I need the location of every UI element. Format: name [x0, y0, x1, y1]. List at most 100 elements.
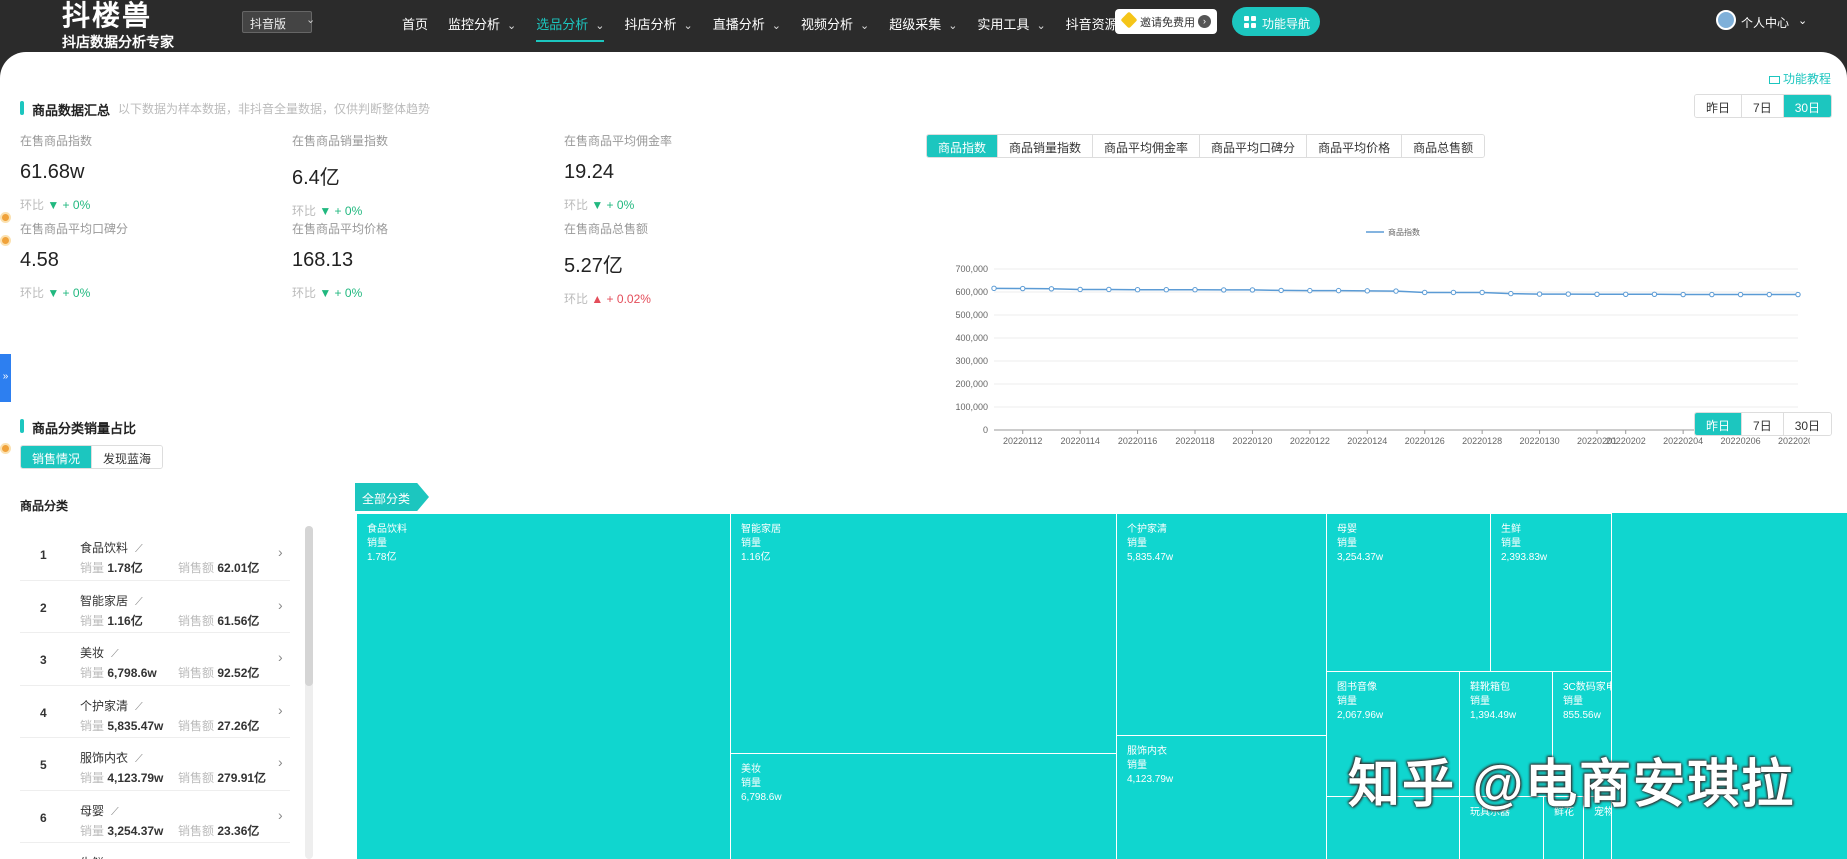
tutorial-link[interactable]: 功能教程: [1769, 70, 1831, 87]
category-rank: 2: [40, 600, 47, 615]
trend-chart-icon[interactable]: ⟋: [135, 753, 143, 765]
metric-card: 在售商品总售额 5.27亿 环比 ▲ + 0.02%: [564, 220, 814, 307]
nav-item-1[interactable]: 监控分析 ⌄: [438, 0, 526, 42]
chart-metric-tab-5[interactable]: 商品总售额: [1401, 135, 1485, 157]
treemap-cell-value: 3,254.37w: [1337, 552, 1384, 563]
treemap-cell[interactable]: 生鲜 销量 2,393.83w: [1490, 513, 1612, 672]
logo[interactable]: 抖楼兽: [62, 0, 152, 34]
invite-button[interactable]: 邀请免费用 ›: [1115, 9, 1217, 34]
data-point: [1565, 291, 1571, 297]
treemap-cell-name: 美妆: [741, 764, 761, 775]
chevron-down-icon: ⌄: [859, 20, 870, 32]
nav-item-6[interactable]: 超级采集 ⌄: [879, 0, 967, 42]
chart-metric-tab-4[interactable]: 商品平均价格: [1306, 135, 1402, 157]
side-expand-tab[interactable]: »: [0, 354, 11, 402]
category-name-text: 母婴: [80, 803, 105, 818]
nav-item-5[interactable]: 视频分析 ⌄: [791, 0, 879, 42]
category-list-item[interactable]: 6 母婴 ⟋ 销量 3,254.37w 销售额 23.36亿 ›: [20, 791, 290, 843]
y-tick-label: 100,000: [955, 402, 988, 412]
treemap-cell-metric: 销量: [741, 778, 761, 789]
summary-range-tab-2[interactable]: 30日: [1782, 95, 1832, 117]
trend-chart-icon[interactable]: ⟋: [135, 701, 143, 713]
treemap-cell[interactable]: 服饰内衣 销量 4,123.79w: [1116, 735, 1327, 859]
chevron-down-icon[interactable]: ⌄: [306, 13, 315, 26]
category-volume: 销量 3,254.37w: [80, 823, 164, 838]
treemap-cell-name: 母婴: [1337, 524, 1357, 535]
category-volume: 销量 1.16亿: [80, 613, 143, 628]
chart-metric-tab-0[interactable]: 商品指数: [927, 135, 998, 157]
treemap-cell[interactable]: 美妆 销量 6,798.6w: [730, 753, 1117, 859]
summary-range-tab-0[interactable]: 昨日: [1695, 95, 1742, 117]
x-tick-label: 20220118: [1175, 436, 1214, 446]
nav-item-4[interactable]: 直播分析 ⌄: [703, 0, 791, 42]
data-point: [991, 285, 997, 292]
summary-range-tab-1[interactable]: 7日: [1741, 95, 1783, 117]
chevron-right-icon: ›: [278, 649, 283, 665]
treemap-cell[interactable]: 母婴 销量 3,254.37w: [1326, 513, 1491, 672]
badge-icon[interactable]: [0, 235, 11, 246]
category-list-item[interactable]: 1 食品饮料 ⟋ 销量 1.78亿 销售额 62.01亿 ›: [20, 528, 290, 581]
version-select-label: 抖音版: [250, 17, 287, 31]
category-list-item[interactable]: 2 智能家居 ⟋ 销量 1.16亿 销售额 61.56亿 ›: [20, 581, 290, 633]
x-tick-label: 20220208: [1778, 436, 1810, 446]
version-select[interactable]: 抖音版: [242, 11, 312, 33]
category-list-item[interactable]: 3 美妆 ⟋ 销量 6,798.6w 销售额 92.52亿 ›: [20, 633, 290, 686]
category-range-tab-0[interactable]: 昨日: [1695, 413, 1742, 435]
data-point: [1766, 291, 1772, 298]
trend-chart-icon[interactable]: ⟋: [135, 543, 143, 555]
metric-change: 环比 ▼ + 0%: [292, 284, 542, 301]
nav-item-0[interactable]: 首页: [392, 0, 438, 42]
treemap-breadcrumb[interactable]: 全部分类: [355, 483, 429, 511]
arrow-right-icon: ›: [1198, 15, 1211, 28]
x-tick-label: 20220122: [1290, 436, 1330, 446]
legend-label: 商品指数: [1388, 227, 1420, 237]
category-list-item[interactable]: 4 个护家清 ⟋ 销量 5,835.47w 销售额 27.26亿 ›: [20, 686, 290, 738]
category-amount-value: 279.91亿: [217, 771, 267, 785]
metric-card: 在售商品平均价格 168.13 环比 ▼ + 0%: [292, 220, 542, 301]
category-volume-value: 3,254.37w: [107, 823, 164, 838]
category-range-tab-2[interactable]: 30日: [1782, 413, 1832, 435]
category-sub-tabs: 销售情况 发现蓝海: [20, 445, 164, 469]
metric-change: 环比 ▼ + 0%: [292, 202, 542, 219]
metric-change: 环比 ▼ + 0%: [564, 196, 814, 213]
chart-metric-tab-1[interactable]: 商品销量指数: [997, 135, 1093, 157]
metric-value: 6.4亿: [292, 167, 340, 189]
data-point: [1737, 291, 1744, 298]
category-name: 生鲜⟋: [80, 854, 119, 859]
treemap-cell[interactable]: 智能家居 销量 1.16亿: [730, 513, 1117, 754]
nav-item-3[interactable]: 抖店分析 ⌄: [614, 0, 702, 42]
nav-item-7[interactable]: 实用工具 ⌄: [967, 0, 1055, 42]
metric-change-value: ▼ + 0%: [319, 204, 363, 218]
chart-metric-tab-2[interactable]: 商品平均佣金率: [1092, 135, 1200, 157]
trend-chart-icon[interactable]: ⟋: [135, 596, 143, 608]
x-tick-label: 20220114: [1060, 436, 1099, 446]
data-point: [1192, 287, 1198, 293]
nav-item-2[interactable]: 选品分析 ⌄: [526, 0, 614, 42]
trend-chart-icon[interactable]: ⟋: [111, 806, 119, 818]
category-list-item[interactable]: 7生鲜⟋: [20, 843, 290, 859]
treemap-cell-name: 食品饮料: [367, 524, 407, 535]
category-name-text: 服饰内衣: [80, 751, 129, 765]
metric-value: 61.68w: [20, 161, 85, 183]
treemap-cell[interactable]: 食品饮料 销量 1.78亿: [356, 513, 731, 859]
metric-card: 在售商品销量指数 6.4亿 环比 ▼ + 0%: [292, 132, 542, 219]
badge-icon[interactable]: [0, 443, 11, 454]
double-chevron-right-icon: »: [2, 371, 9, 382]
nav-item-label: 监控分析: [448, 17, 501, 32]
category-name: 母婴 ⟋: [80, 802, 119, 819]
data-point: [1508, 290, 1514, 297]
treemap-cell-value: 5,835.47w: [1127, 552, 1174, 563]
category-amount: 销售额 61.56亿: [178, 613, 260, 628]
category-list-item[interactable]: 5 服饰内衣 ⟋ 销量 4,123.79w 销售额 279.91亿 ›: [20, 738, 290, 791]
treemap-cell[interactable]: 个护家清 销量 5,835.47w: [1116, 513, 1327, 736]
summary-range-tabs: 昨日 7日 30日: [1694, 94, 1833, 118]
badge-icon[interactable]: [0, 212, 11, 223]
category-sub-tab-1[interactable]: 发现蓝海: [91, 446, 163, 468]
function-nav-button[interactable]: 功能导航: [1232, 7, 1320, 36]
category-range-tab-1[interactable]: 7日: [1741, 413, 1783, 435]
category-sub-tab-0[interactable]: 销售情况: [21, 446, 92, 468]
category-list-scrollbar[interactable]: [305, 526, 313, 859]
chevron-right-icon: ›: [278, 754, 283, 770]
chart-metric-tab-3[interactable]: 商品平均口碑分: [1199, 135, 1307, 157]
trend-chart-icon[interactable]: ⟋: [111, 648, 119, 660]
